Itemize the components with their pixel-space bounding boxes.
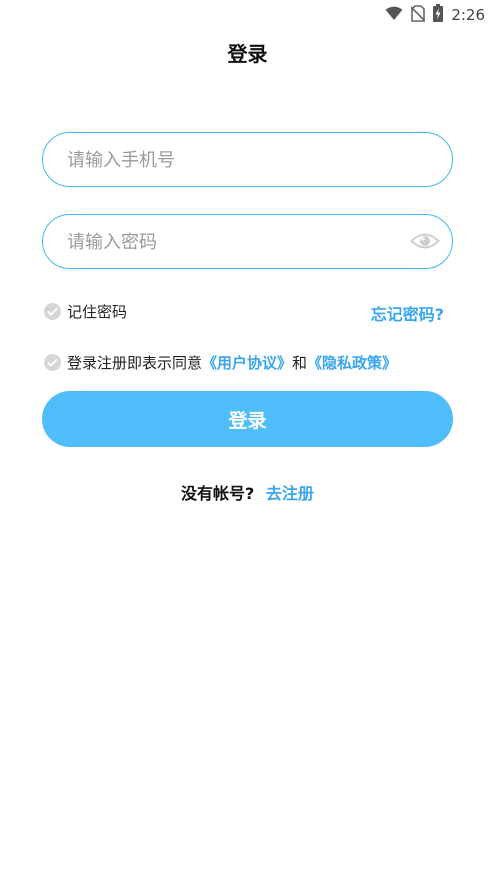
remember-password-row: 记住密码 [44, 301, 127, 322]
remember-label: 记住密码 [67, 303, 128, 321]
agreement-row: 登录注册即表示同意 《用户协议》 和 《隐私政策》 [44, 352, 397, 373]
battery-charging-icon [433, 4, 444, 26]
status-time: 2:26 [451, 6, 485, 24]
check-icon [47, 358, 58, 367]
register-row: 没有帐号? 去注册 [0, 480, 495, 504]
password-input[interactable] [65, 215, 409, 269]
register-prompt: 没有帐号? [181, 484, 255, 503]
eye-icon[interactable] [410, 230, 440, 252]
check-icon [47, 307, 58, 316]
privacy-policy-link[interactable]: 《隐私政策》 [307, 352, 397, 373]
page-title: 登录 [227, 42, 268, 66]
status-bar: 2:26 [0, 0, 495, 28]
phone-input-container [42, 132, 453, 187]
register-link[interactable]: 去注册 [266, 484, 314, 503]
password-input-container [42, 214, 453, 269]
agreement-checkbox[interactable] [44, 354, 61, 371]
user-agreement-link[interactable]: 《用户协议》 [202, 352, 292, 373]
wifi-icon [385, 6, 403, 25]
status-icons: 2:26 [385, 4, 485, 26]
remember-checkbox[interactable] [44, 303, 61, 320]
login-button[interactable]: 登录 [42, 391, 453, 447]
agreement-conjunction: 和 [292, 354, 308, 372]
no-sim-icon [410, 4, 426, 26]
forgot-password-link[interactable]: 忘记密码? [371, 301, 444, 325]
agreement-prefix: 登录注册即表示同意 [67, 354, 203, 372]
phone-input[interactable] [65, 133, 409, 187]
